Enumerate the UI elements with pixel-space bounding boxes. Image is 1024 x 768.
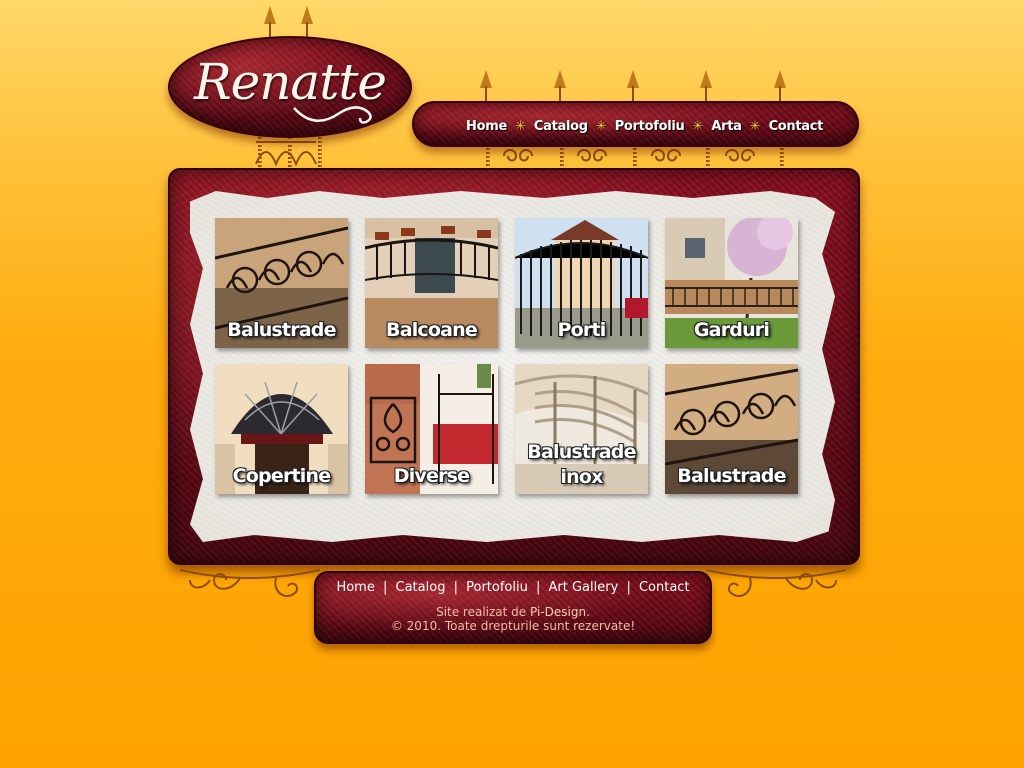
tile-balustrade[interactable]: Balustrade — [215, 218, 348, 348]
footer-separator: | — [453, 580, 458, 595]
finial-icon — [554, 70, 566, 102]
credit-brand-link[interactable]: Pi-Design — [530, 605, 586, 619]
star-icon: ✳ — [595, 118, 607, 134]
tile-label-line2: inox — [560, 466, 603, 488]
tile-label: Garduri — [693, 319, 770, 341]
star-icon: ✳ — [749, 118, 761, 134]
nav-arta[interactable]: Arta — [711, 119, 742, 134]
tile-label: Balustrade — [677, 465, 786, 487]
star-icon: ✳ — [514, 118, 526, 134]
finial-icon — [480, 70, 492, 102]
site-logo[interactable]: Renatte — [168, 36, 412, 138]
nav-portofoliu[interactable]: Portofoliu — [615, 119, 685, 134]
finial-icon — [700, 70, 712, 102]
tile-balcoane[interactable]: Balcoane — [365, 218, 498, 348]
footer-separator: | — [382, 580, 388, 595]
ironwork-scroll-icon — [706, 569, 846, 597]
nav-home[interactable]: Home — [466, 119, 507, 134]
footer-link-catalog[interactable]: Catalog — [396, 580, 446, 595]
footer-link-portofoliu[interactable]: Portofoliu — [466, 580, 528, 595]
footer-link-home[interactable]: Home — [336, 580, 374, 595]
ironwork-scroll-icon — [255, 141, 317, 167]
footer-credit: Site realizat de Pi-Design. © 2010. Toat… — [314, 605, 712, 633]
logo-swirl-icon — [293, 106, 372, 124]
star-icon: ✳ — [692, 118, 704, 134]
main-nav: Home ✳ Catalog ✳ Portofoliu ✳ Arta ✳ Con… — [466, 116, 823, 136]
chain-decoration — [486, 144, 490, 170]
footer-link-contact[interactable]: Contact — [639, 580, 690, 595]
credit-prefix: Site realizat de — [436, 605, 530, 619]
tile-label: Balcoane — [386, 319, 478, 341]
tile-copertine[interactable]: Copertine — [215, 364, 348, 494]
tile-label: Diverse — [393, 465, 470, 487]
tile-balustrade-2[interactable]: Balustrade — [665, 364, 798, 494]
footer-nav: Home | Catalog | Portofoliu | Art Galler… — [314, 580, 712, 595]
tile-porti[interactable]: Porti — [515, 218, 648, 348]
tile-label: Copertine — [232, 465, 331, 487]
tile-label: Balustrade — [227, 319, 336, 341]
tile-label-line1: Balustrade — [527, 441, 636, 463]
finial-icon — [301, 6, 313, 38]
nav-contact[interactable]: Contact — [769, 119, 824, 134]
copyright-text: © 2010. Toate drepturile sunt rezervate! — [390, 619, 636, 633]
tile-diverse[interactable]: Diverse — [365, 364, 498, 494]
tile-balustrade-inox[interactable]: Balustrade inox — [515, 364, 648, 494]
tile-label: Porti — [557, 319, 607, 341]
finial-icon — [264, 6, 276, 38]
footer-separator: | — [626, 580, 631, 595]
tile-garduri[interactable]: Garduri — [665, 218, 798, 348]
footer-link-art-gallery[interactable]: Art Gallery — [549, 580, 619, 595]
tile-label: Balustrade inox — [515, 440, 648, 490]
ironwork-scroll-icon — [180, 569, 320, 597]
finial-icon — [774, 70, 786, 102]
credit-suffix: . — [586, 605, 590, 619]
finial-icon — [627, 70, 639, 102]
credit-line: Site realizat de Pi-Design. — [314, 605, 712, 619]
footer-separator: | — [535, 580, 541, 595]
nav-catalog[interactable]: Catalog — [534, 119, 588, 134]
